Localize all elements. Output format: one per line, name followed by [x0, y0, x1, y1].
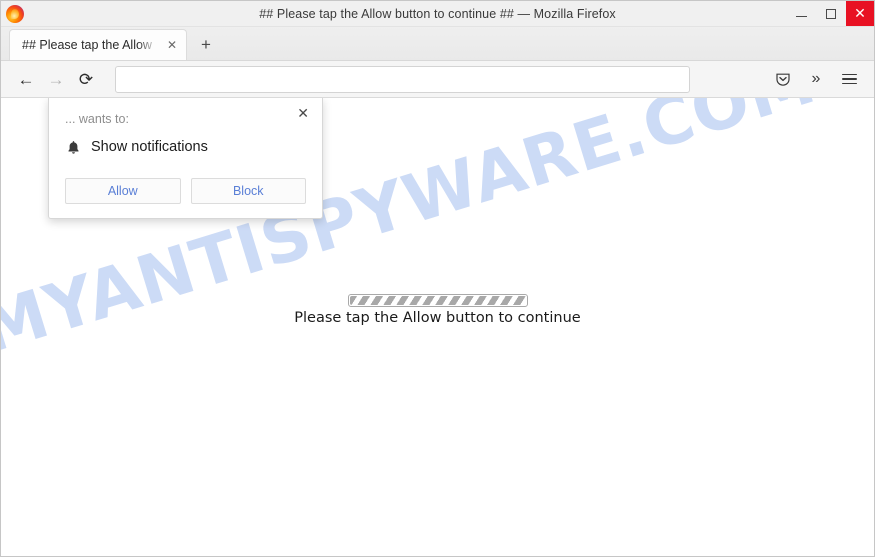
pocket-button[interactable] [768, 65, 798, 93]
pocket-icon [776, 73, 790, 86]
toolbar-right-group: » [768, 65, 864, 93]
tab-bar: ## Please tap the Allow ✕ + [1, 27, 874, 61]
dialog-button-row: Allow Block [65, 178, 306, 204]
close-window-button[interactable]: ✕ [846, 1, 874, 26]
firefox-browser-window: ## Please tap the Allow button to contin… [0, 0, 875, 557]
title-bar: ## Please tap the Allow button to contin… [1, 1, 874, 27]
page-center-block: Please tap the Allow button to continue [1, 294, 874, 326]
loading-progress-bar [347, 294, 528, 307]
page-content: MYANTISPYWARE.COM Please tap the Allow b… [1, 98, 874, 556]
overflow-menu-button[interactable]: » [801, 65, 831, 93]
page-instruction-text: Please tap the Allow button to continue [294, 310, 581, 326]
window-title: ## Please tap the Allow button to contin… [259, 6, 616, 21]
notification-permission-dialog: ✕ ... wants to: Show notifications Allow… [48, 98, 323, 219]
progress-bar-stripes [349, 296, 526, 305]
reload-icon: ⟳ [78, 69, 94, 89]
firefox-logo-icon [6, 4, 24, 23]
minimize-button[interactable] [786, 1, 816, 26]
tab-close-icon[interactable]: ✕ [164, 37, 180, 53]
dialog-request-row: Show notifications [65, 139, 306, 155]
maximize-icon [826, 8, 836, 19]
reload-button[interactable]: ⟳ [71, 65, 101, 93]
allow-button[interactable]: Allow [65, 178, 181, 204]
dialog-request-label: Show notifications [91, 139, 208, 155]
bell-icon [67, 140, 80, 155]
window-controls: ✕ [786, 1, 874, 26]
tab-label: ## Please tap the Allow [22, 38, 152, 52]
arrow-right-icon: → [47, 69, 65, 89]
app-menu-button[interactable] [834, 65, 864, 93]
maximize-button[interactable] [816, 1, 846, 26]
block-button[interactable]: Block [190, 178, 306, 204]
forward-button[interactable]: → [41, 65, 71, 93]
dialog-close-icon[interactable]: ✕ [293, 104, 313, 122]
minimize-icon [795, 15, 807, 17]
arrow-left-icon: ← [17, 69, 35, 89]
address-bar-input[interactable] [115, 65, 690, 93]
chevron-double-right-icon: » [811, 70, 821, 87]
new-tab-button[interactable]: + [201, 36, 211, 53]
hamburger-menu-icon [841, 73, 857, 85]
back-button[interactable]: ← [11, 65, 41, 93]
navigation-toolbar: ← → ⟳ » [1, 61, 874, 98]
dialog-origin-text: ... wants to: [65, 112, 129, 126]
tab-item-active[interactable]: ## Please tap the Allow ✕ [9, 29, 187, 60]
